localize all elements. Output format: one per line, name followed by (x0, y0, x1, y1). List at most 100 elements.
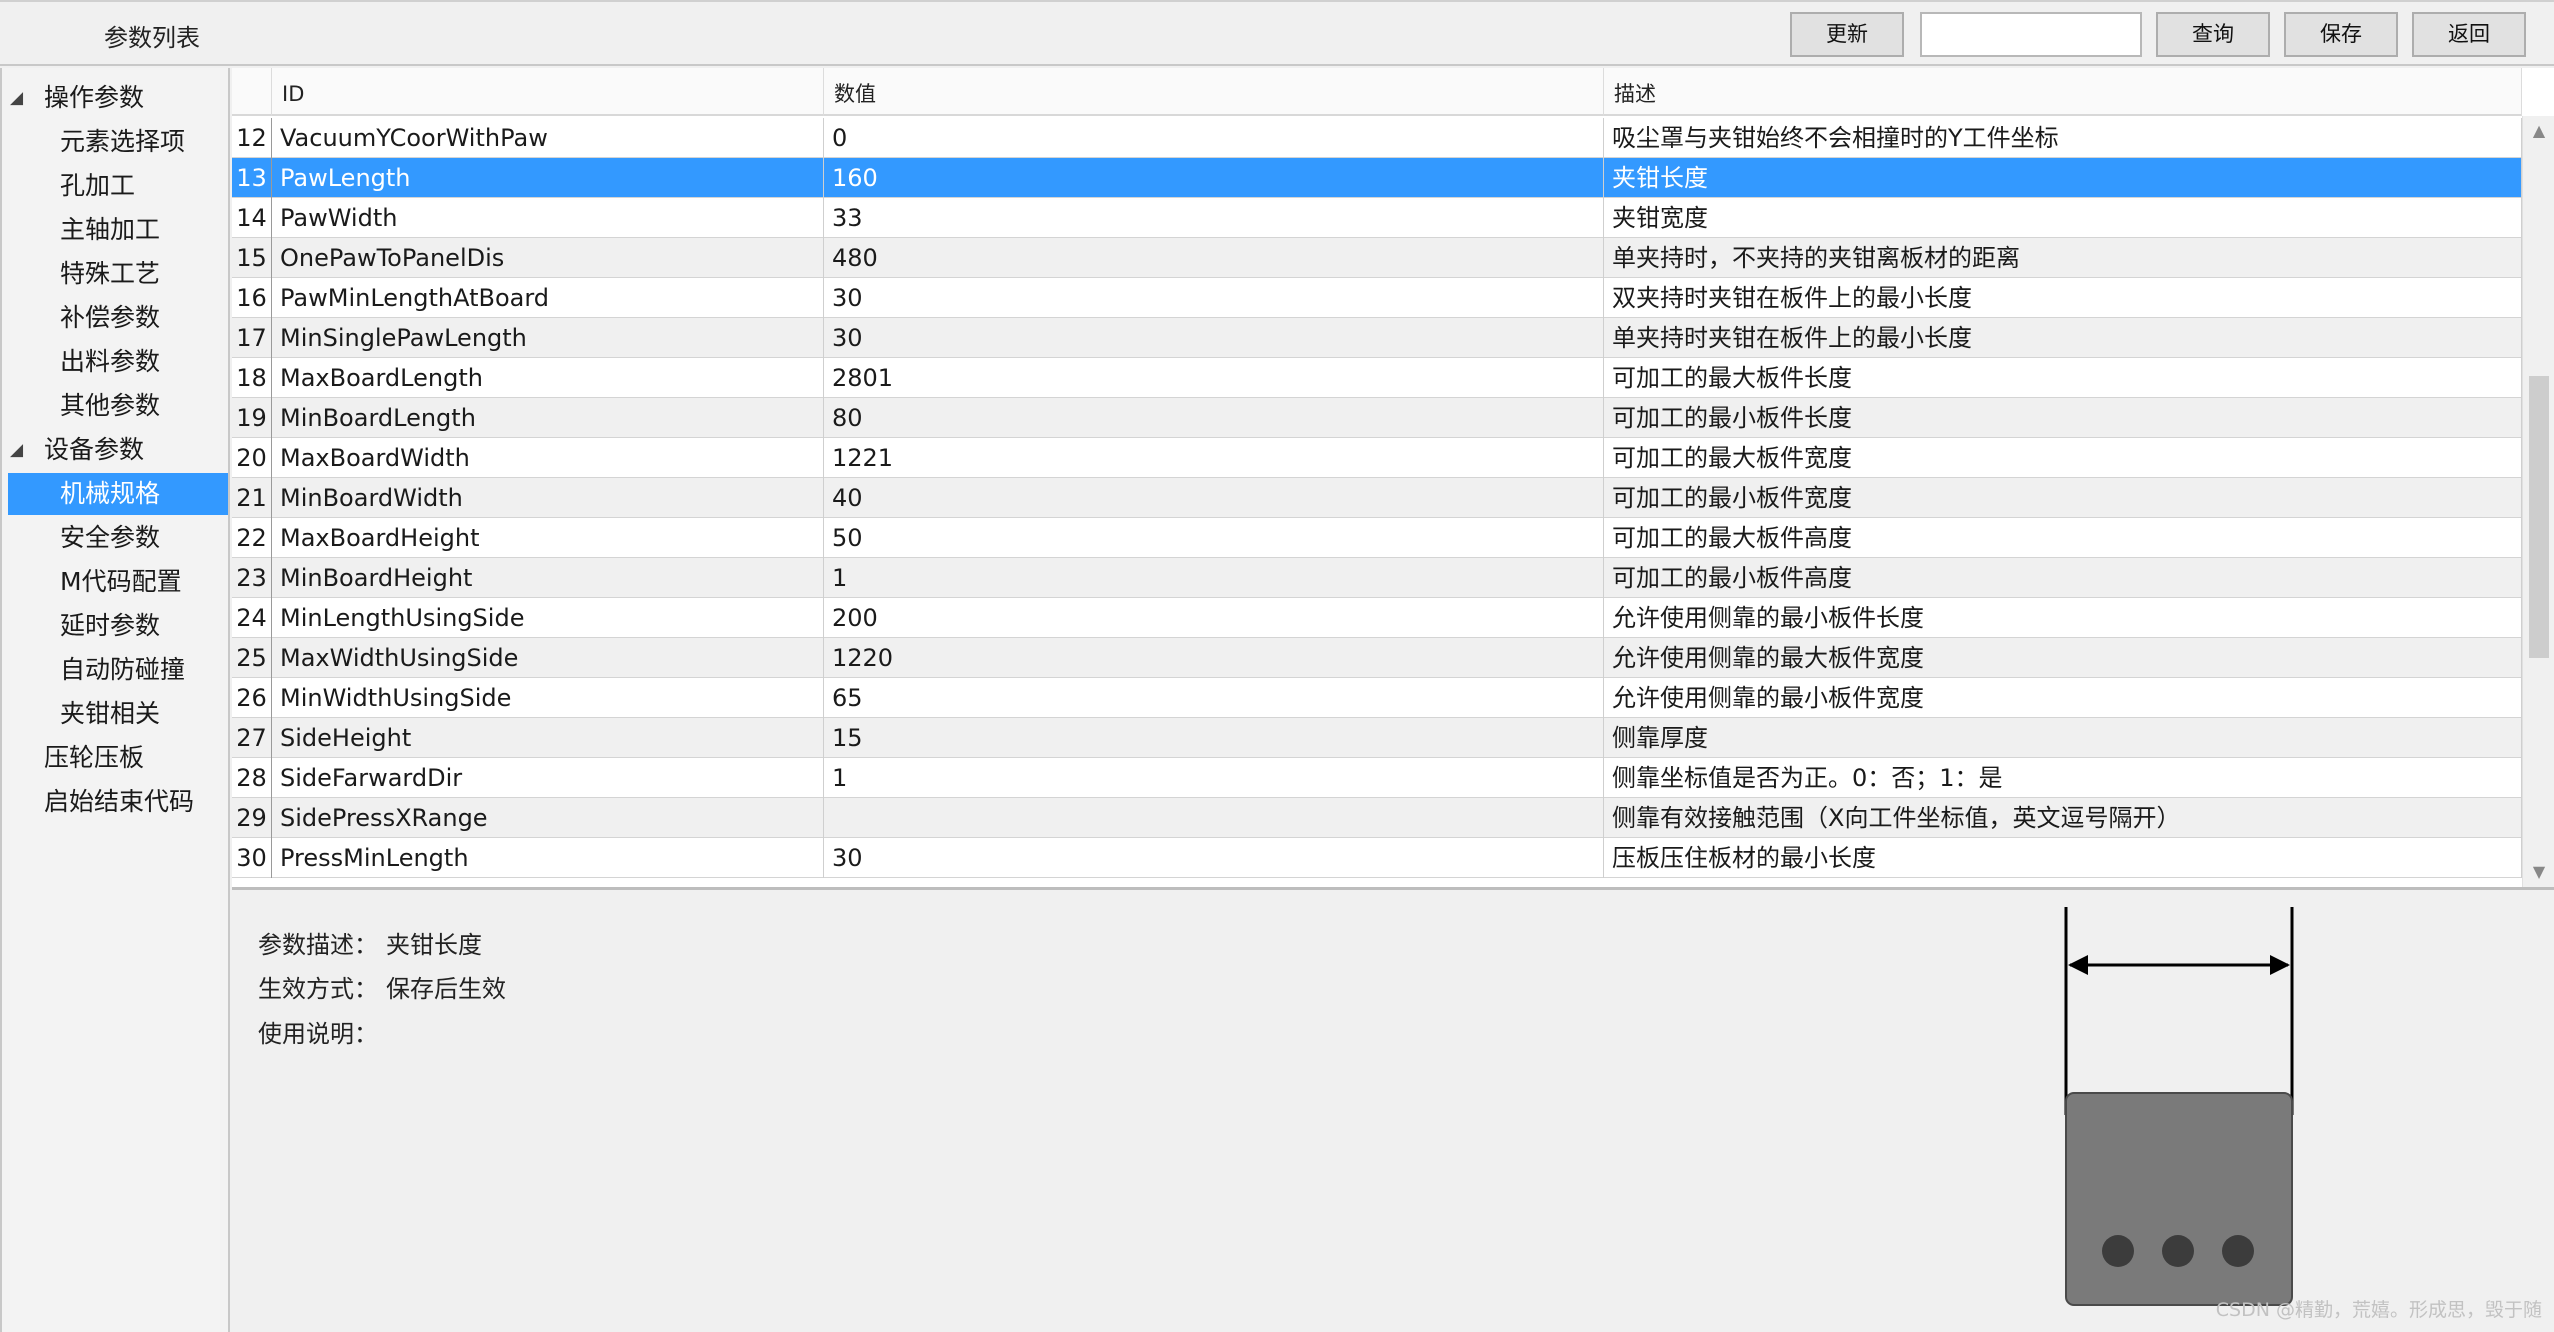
cell-value[interactable]: 15 (824, 718, 1604, 758)
table-row[interactable]: 18 MaxBoardLength 2801 可加工的最大板件长度 (232, 358, 2522, 398)
cell-desc[interactable]: 可加工的最大板件高度 (1604, 518, 2522, 558)
save-button[interactable]: 保存 (2284, 12, 2398, 57)
cell-desc[interactable]: 允许使用侧靠的最小板件宽度 (1604, 678, 2522, 718)
row-index[interactable]: 27 (232, 718, 272, 758)
query-button[interactable]: 查询 (2156, 12, 2270, 57)
table-row[interactable]: 22 MaxBoardHeight 50 可加工的最大板件高度 (232, 518, 2522, 558)
cell-id[interactable]: VacuumYCoorWithPaw (272, 118, 824, 158)
cell-id[interactable]: MinWidthUsingSide (272, 678, 824, 718)
row-index[interactable]: 23 (232, 558, 272, 598)
cell-desc[interactable]: 侧靠有效接触范围（X向工件坐标值，英文逗号隔开） (1604, 798, 2522, 838)
cell-id[interactable]: MaxBoardLength (272, 358, 824, 398)
cell-value[interactable]: 80 (824, 398, 1604, 438)
cell-value[interactable]: 1 (824, 758, 1604, 798)
table-row[interactable]: 29 SidePressXRange 侧靠有效接触范围（X向工件坐标值，英文逗号隔开… (232, 798, 2522, 838)
sidebar-item[interactable]: 补偿参数 (8, 297, 228, 339)
sidebar-item[interactable]: 主轴加工 (8, 209, 228, 251)
cell-desc[interactable]: 吸尘罩与夹钳始终不会相撞时的Y工件坐标 (1604, 118, 2522, 158)
table-row[interactable]: 28 SideFarwardDir 1 侧靠坐标值是否为正。0：否；1：是 (232, 758, 2522, 798)
cell-desc[interactable]: 可加工的最小板件宽度 (1604, 478, 2522, 518)
cell-id[interactable]: SidePressXRange (272, 798, 824, 838)
cell-id[interactable]: OnePawToPanelDis (272, 238, 824, 278)
cell-id[interactable]: MaxWidthUsingSide (272, 638, 824, 678)
cell-value[interactable]: 480 (824, 238, 1604, 278)
table-row[interactable]: 30 PressMinLength 30 压板压住板材的最小长度 (232, 838, 2522, 878)
table-row[interactable]: 13 PawLength 160 夹钳长度 (232, 158, 2522, 198)
sidebar-item[interactable]: 自动防碰撞 (8, 649, 228, 691)
search-input[interactable] (1920, 12, 2142, 57)
column-header-desc[interactable]: 描述 (1604, 68, 2522, 116)
sidebar-item[interactable]: ◢ 操作参数 (2, 77, 228, 119)
expand-triangle-icon[interactable]: ◢ (10, 429, 23, 471)
cell-id[interactable]: MinBoardHeight (272, 558, 824, 598)
row-index[interactable]: 22 (232, 518, 272, 558)
table-row[interactable]: 27 SideHeight 15 侧靠厚度 (232, 718, 2522, 758)
sidebar-item[interactable]: 机械规格 (8, 473, 228, 515)
cell-desc[interactable]: 允许使用侧靠的最大板件宽度 (1604, 638, 2522, 678)
cell-id[interactable]: PawWidth (272, 198, 824, 238)
scroll-up-icon[interactable]: ▲ (2523, 116, 2554, 146)
table-row[interactable]: 14 PawWidth 33 夹钳宽度 (232, 198, 2522, 238)
cell-desc[interactable]: 侧靠坐标值是否为正。0：否；1：是 (1604, 758, 2522, 798)
column-header-value[interactable]: 数值 (824, 68, 1604, 116)
table-row[interactable]: 16 PawMinLengthAtBoard 30 双夹持时夹钳在板件上的最小长度 (232, 278, 2522, 318)
table-row[interactable]: 12 VacuumYCoorWithPaw 0 吸尘罩与夹钳始终不会相撞时的Y工件坐标 (232, 118, 2522, 158)
row-index[interactable]: 19 (232, 398, 272, 438)
row-index[interactable]: 28 (232, 758, 272, 798)
cell-id[interactable]: MinSinglePawLength (272, 318, 824, 358)
table-row[interactable]: 23 MinBoardHeight 1 可加工的最小板件高度 (232, 558, 2522, 598)
cell-id[interactable]: PawLength (272, 158, 824, 198)
sidebar-item[interactable]: 孔加工 (8, 165, 228, 207)
back-button[interactable]: 返回 (2412, 12, 2526, 57)
cell-id[interactable]: SideHeight (272, 718, 824, 758)
sidebar-item[interactable]: ◢ 设备参数 (2, 429, 228, 471)
vertical-scrollbar[interactable]: ▲ ▼ (2522, 116, 2554, 887)
table-row[interactable]: 21 MinBoardWidth 40 可加工的最小板件宽度 (232, 478, 2522, 518)
row-index[interactable]: 12 (232, 118, 272, 158)
cell-value[interactable]: 65 (824, 678, 1604, 718)
cell-value[interactable]: 30 (824, 838, 1604, 878)
cell-desc[interactable]: 可加工的最大板件长度 (1604, 358, 2522, 398)
row-index[interactable]: 17 (232, 318, 272, 358)
cell-value[interactable]: 1221 (824, 438, 1604, 478)
column-header-id[interactable]: ID (272, 68, 824, 116)
cell-id[interactable]: MinLengthUsingSide (272, 598, 824, 638)
cell-value[interactable] (824, 798, 1604, 838)
cell-value[interactable]: 1 (824, 558, 1604, 598)
table-row[interactable]: 25 MaxWidthUsingSide 1220 允许使用侧靠的最大板件宽度 (232, 638, 2522, 678)
cell-id[interactable]: PressMinLength (272, 838, 824, 878)
table-row[interactable]: 24 MinLengthUsingSide 200 允许使用侧靠的最小板件长度 (232, 598, 2522, 638)
sidebar-item[interactable]: 出料参数 (8, 341, 228, 383)
table-row[interactable]: 17 MinSinglePawLength 30 单夹持时夹钳在板件上的最小长度 (232, 318, 2522, 358)
cell-desc[interactable]: 侧靠厚度 (1604, 718, 2522, 758)
row-index[interactable]: 30 (232, 838, 272, 878)
sidebar-item[interactable]: 其他参数 (8, 385, 228, 427)
row-index[interactable]: 15 (232, 238, 272, 278)
cell-desc[interactable]: 可加工的最小板件长度 (1604, 398, 2522, 438)
table-row[interactable]: 19 MinBoardLength 80 可加工的最小板件长度 (232, 398, 2522, 438)
cell-desc[interactable]: 允许使用侧靠的最小板件长度 (1604, 598, 2522, 638)
cell-desc[interactable]: 单夹持时夹钳在板件上的最小长度 (1604, 318, 2522, 358)
row-index[interactable]: 24 (232, 598, 272, 638)
scrollbar-thumb[interactable] (2529, 376, 2549, 658)
table-row[interactable]: 15 OnePawToPanelDis 480 单夹持时，不夹持的夹钳离板材的距离 (232, 238, 2522, 278)
sidebar-item[interactable]: 启始结束代码 (2, 781, 228, 823)
row-index[interactable]: 18 (232, 358, 272, 398)
cell-id[interactable]: MinBoardLength (272, 398, 824, 438)
cell-value[interactable]: 160 (824, 158, 1604, 198)
cell-value[interactable]: 200 (824, 598, 1604, 638)
sidebar-item[interactable]: 元素选择项 (8, 121, 228, 163)
cell-value[interactable]: 30 (824, 318, 1604, 358)
sidebar-item[interactable]: M代码配置 (8, 561, 228, 603)
cell-value[interactable]: 33 (824, 198, 1604, 238)
cell-desc[interactable]: 单夹持时，不夹持的夹钳离板材的距离 (1604, 238, 2522, 278)
sidebar-item[interactable]: 安全参数 (8, 517, 228, 559)
row-index[interactable]: 29 (232, 798, 272, 838)
cell-id[interactable]: PawMinLengthAtBoard (272, 278, 824, 318)
row-index[interactable]: 14 (232, 198, 272, 238)
cell-id[interactable]: MaxBoardHeight (272, 518, 824, 558)
row-index[interactable]: 25 (232, 638, 272, 678)
cell-desc[interactable]: 压板压住板材的最小长度 (1604, 838, 2522, 878)
sidebar-item[interactable]: 延时参数 (8, 605, 228, 647)
sidebar-item[interactable]: 夹钳相关 (8, 693, 228, 735)
